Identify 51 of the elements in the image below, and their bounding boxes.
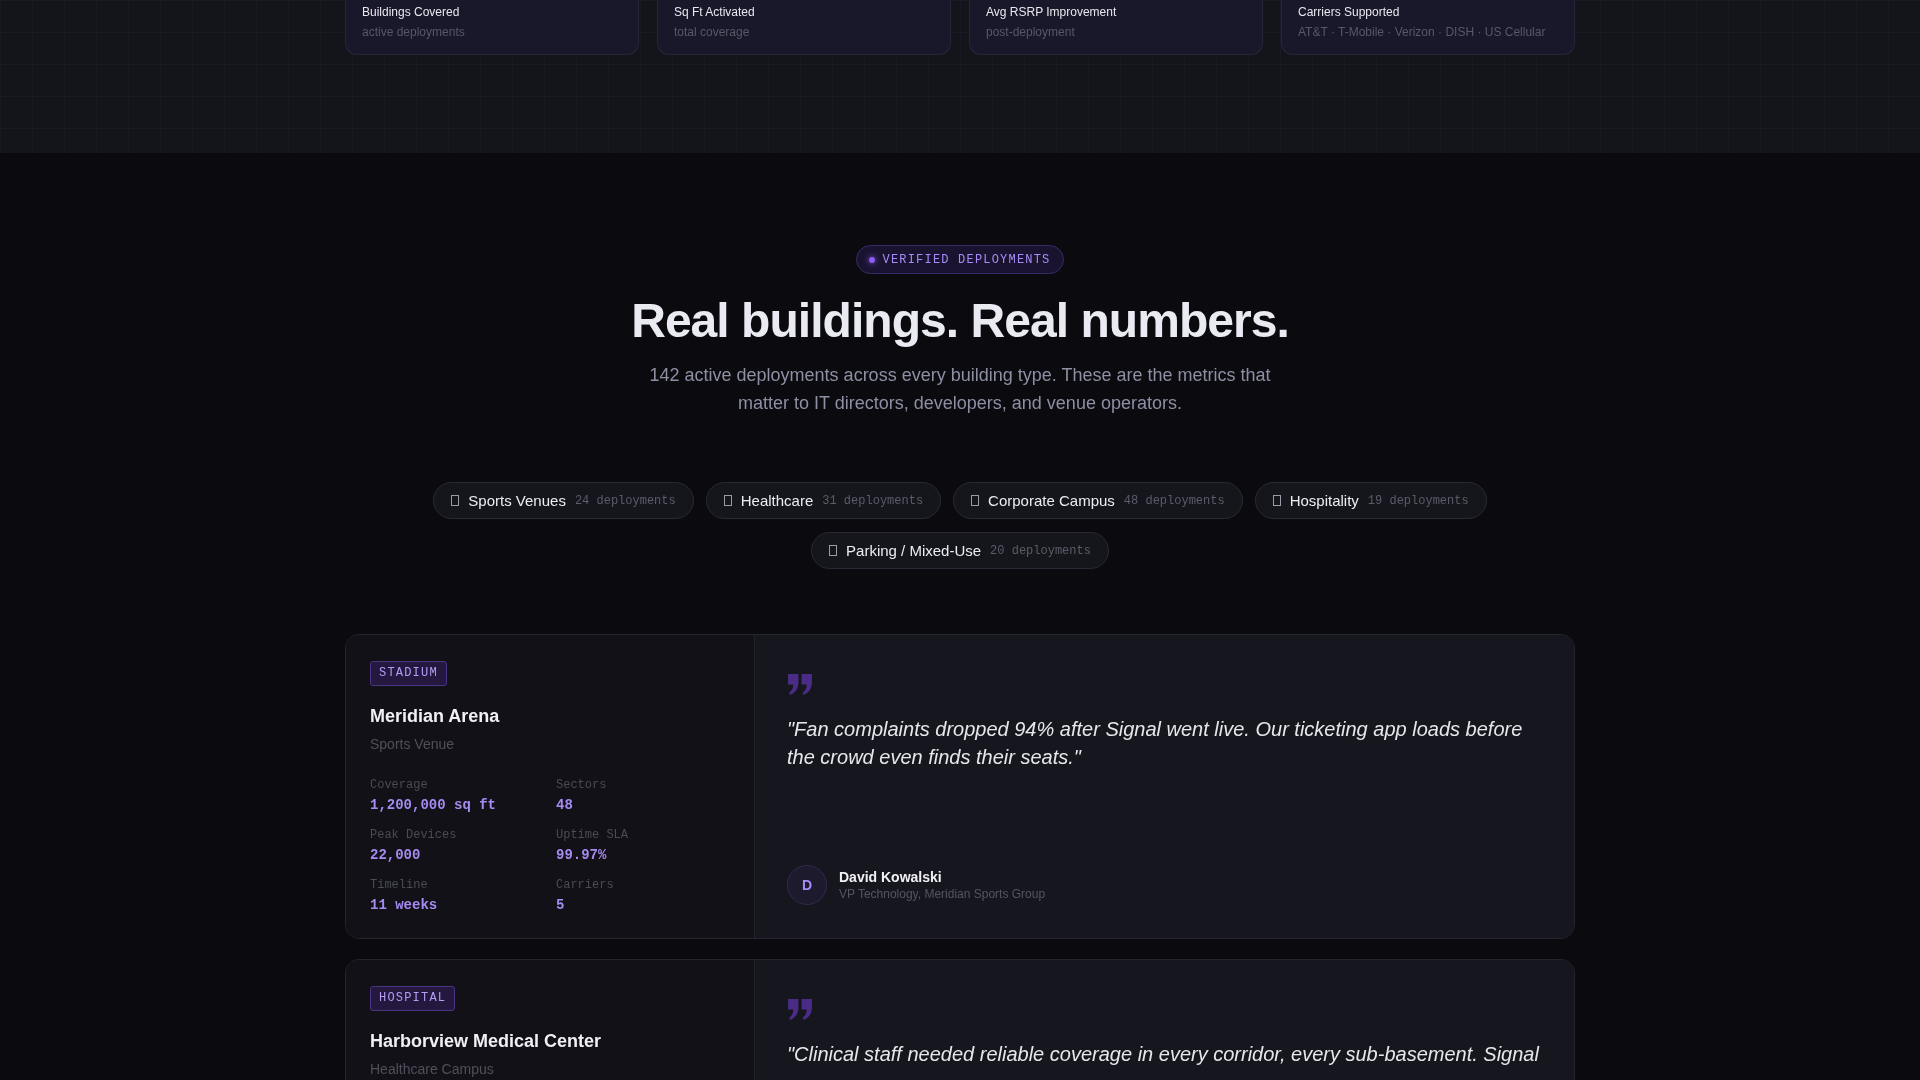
deployment-count: 24 deployments [574,494,676,507]
deployment-count: 19 deployments [1367,494,1469,507]
quote-icon [787,673,814,696]
avatar-initial: D [787,865,827,905]
filter-chip[interactable]: Sports Venues 24 deployments [433,482,694,519]
venue-type: Sports Venue [370,735,456,754]
testimonial-quote: "Fan complaints dropped 94% after Signal went live. Our ticketing app loads before the crowd even finds their seats." [787,717,1524,770]
filter-chip[interactable]: Healthcare 31 deployments [705,482,942,519]
stat-label: Carriers Supported [1298,4,1401,20]
venue-name: Meridian Arena [370,705,501,728]
rectangle-icon [451,495,460,506]
metric-value: 22,000 [370,846,422,865]
filter-chip[interactable]: Parking / Mixed-Use 20 deployments [811,532,1109,569]
metric-value: 99.97% [556,846,608,865]
author-role: VP Technology, Meridian Sports Group [839,886,1046,902]
metric-label: Uptime SLA [556,827,629,843]
filter-chip[interactable]: Corporate Campus 48 deployments [953,482,1243,519]
badge-label: VERIFIED DEPLOYMENTS [882,251,1051,269]
venue-type: Healthcare Campus [370,1060,495,1079]
metric-value: 11 weeks [370,896,439,915]
stat-label: Sq Ft Activated [674,4,756,20]
stat-caption: active deployments [362,24,466,40]
deployment-count: 31 deployments [822,494,924,507]
stat-label: Buildings Covered [362,4,461,20]
stat-caption: post-deployment [986,24,1076,40]
filter-chip[interactable]: Hospitality 19 deployments [1254,482,1487,519]
metric-value: 5 [556,896,566,915]
category-tag: HOSPITAL [370,986,456,1011]
rectangle-icon [723,495,732,506]
stat-label: Avg RSRP Improvement [986,4,1118,20]
deployment-count: 20 deployments [990,544,1091,557]
section-heading: Real buildings. Real numbers. [631,294,1289,347]
venue-name: Harborview Medical Center [370,1030,603,1053]
stat-caption: AT&T · T-Mobile · Verizon · DISH · US Cellular [1298,24,1547,40]
category-tag: STADIUM [370,661,447,686]
author-name: David Kowalski [839,868,943,886]
rectangle-icon [971,495,980,506]
metric-label: Sectors [556,777,608,793]
section-description: 142 active deployments across every building type. These are the metrics that matter to IT directors, developers, and venue operators. [648,364,1272,415]
rectangle-icon [1272,495,1281,506]
metric-value: 48 [556,796,574,815]
metric-value: 1,200,000 sq ft [370,796,498,815]
metric-label: Carriers [556,877,615,893]
quote-icon [787,998,814,1021]
deployment-count: 48 deployments [1123,494,1225,507]
metric-label: Coverage [370,777,429,793]
metric-label: Timeline [370,877,429,893]
testimonial-quote: "Clinical staff needed reliable coverage in every corridor, every sub-basement. Signal [787,1042,1541,1067]
stat-caption: total coverage [674,24,751,40]
rectangle-icon [829,545,838,556]
metric-label: Peak Devices [370,827,458,843]
